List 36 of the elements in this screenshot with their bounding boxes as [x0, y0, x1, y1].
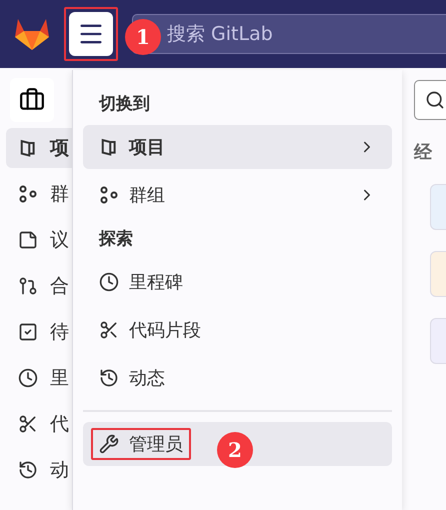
menu-item[interactable]: 代码片段 — [83, 308, 392, 352]
note-icon — [18, 230, 38, 250]
briefcase-icon — [19, 87, 45, 113]
sidebar-item[interactable]: 里 — [6, 358, 72, 398]
sidebar-item[interactable]: 群 — [6, 174, 72, 214]
menu-item-label: 管理员 — [129, 433, 183, 456]
sidebar-item[interactable]: 议 — [6, 220, 72, 260]
fox-logo-icon[interactable] — [14, 17, 50, 51]
section-heading: 切换到 — [98, 93, 151, 116]
step-badge: 2 — [217, 432, 253, 468]
menu-item[interactable]: 里程碑 — [83, 260, 392, 304]
step-badge: 1 — [125, 19, 161, 55]
scissors-icon — [99, 320, 119, 340]
menu-item[interactable]: 群组 — [83, 173, 392, 217]
group-icon — [99, 185, 119, 205]
sidebar-item[interactable]: 代 — [6, 404, 72, 444]
scissors-icon — [18, 414, 38, 434]
wrench-icon — [99, 434, 119, 454]
clock-icon — [18, 368, 38, 388]
search-icon — [425, 90, 445, 110]
group-icon — [18, 184, 38, 204]
sidebar-item[interactable]: 动 — [6, 450, 72, 490]
clock-icon — [99, 272, 119, 292]
checkbox-icon — [18, 322, 38, 342]
briefcase-tile[interactable] — [10, 78, 54, 122]
section-heading: 经 — [414, 141, 434, 164]
sidebar-item[interactable]: 合 — [6, 266, 72, 306]
history-icon — [18, 460, 38, 480]
sidebar-item[interactable]: 待 — [6, 312, 72, 352]
menu-item[interactable]: 管理员 2 — [83, 422, 392, 466]
history-icon — [99, 368, 119, 388]
menu-item[interactable]: 动态 — [83, 356, 392, 400]
merge-request-icon — [18, 276, 38, 296]
section-heading: 探索 — [98, 228, 134, 251]
sidebar-item[interactable]: 项 — [6, 128, 72, 168]
menu-item[interactable]: 项目 — [83, 125, 392, 169]
